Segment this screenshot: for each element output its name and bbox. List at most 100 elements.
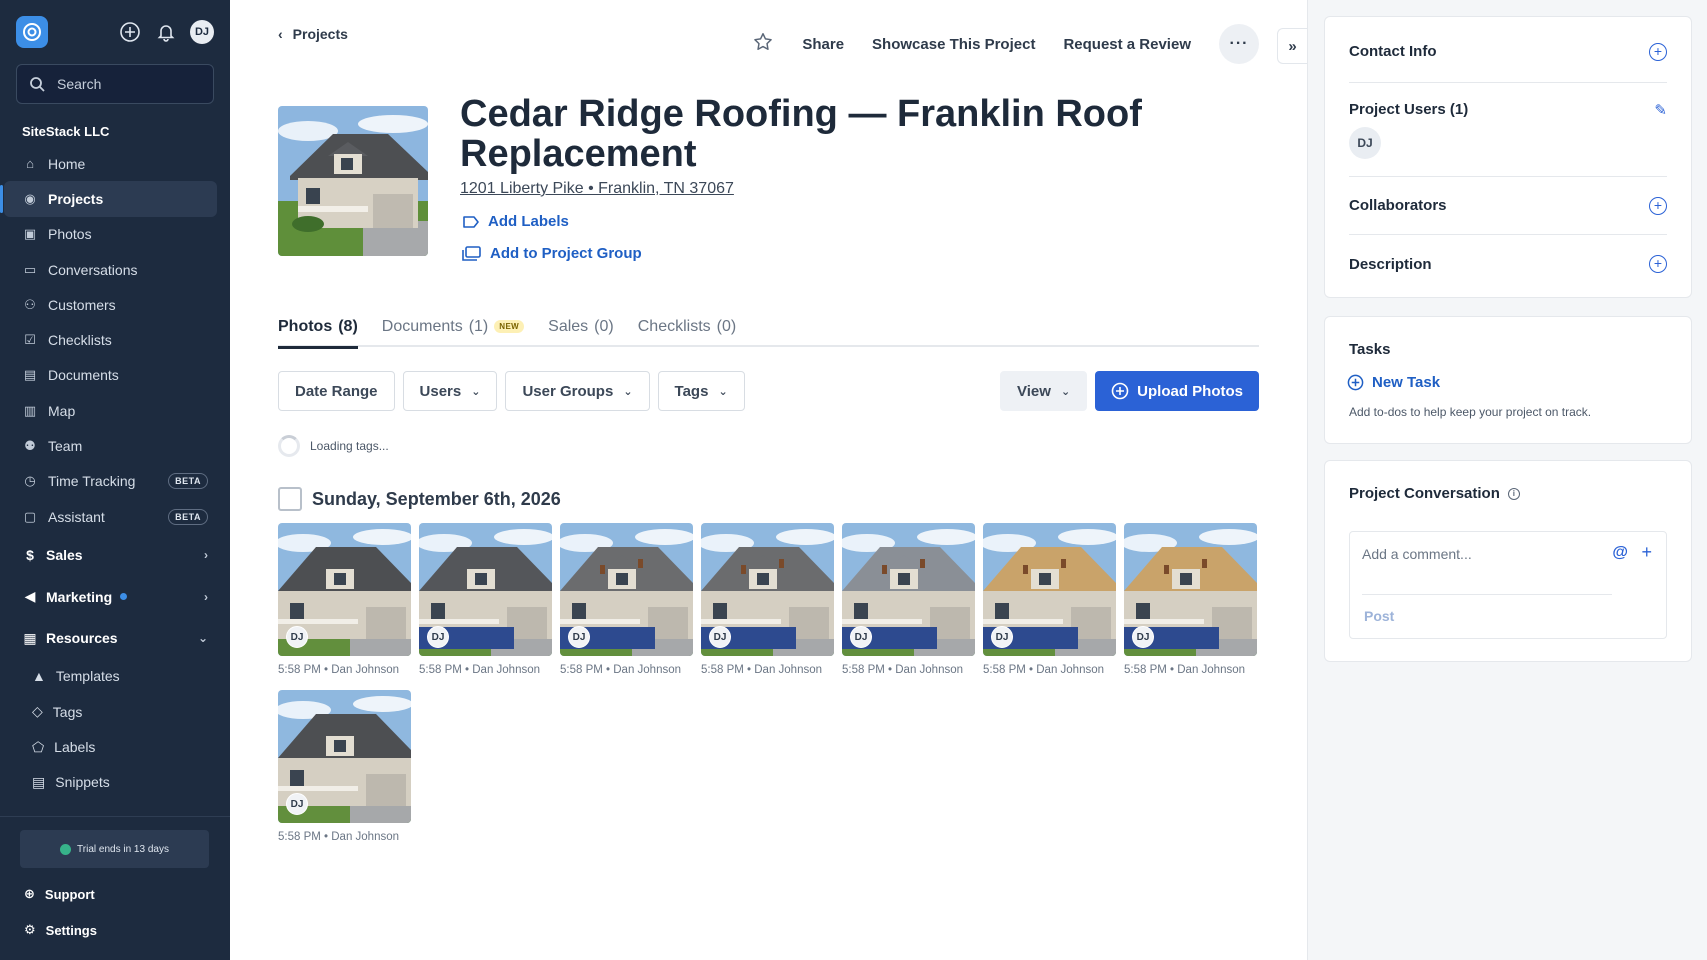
tab-label: Documents <box>381 317 463 335</box>
tag-icon: ◇ <box>32 703 43 720</box>
tab-checklists[interactable]: Checklists (0) <box>638 306 736 347</box>
sidebar-item-label: Photos <box>48 226 92 243</box>
description-row[interactable]: Description + <box>1349 235 1667 293</box>
info-icon[interactable]: i <box>1507 487 1520 500</box>
date-range-filter[interactable]: Date Range <box>278 371 395 411</box>
photo-card[interactable]: DJ 5:58 PM • Dan Johnson <box>1124 523 1257 676</box>
photo-card[interactable]: DJ 5:58 PM • Dan Johnson <box>278 523 411 676</box>
conversation-title: Project Conversation <box>1349 485 1500 502</box>
tags-filter[interactable]: Tags ⌄ <box>657 371 745 411</box>
share-button[interactable]: Share <box>802 36 844 53</box>
request-review-button[interactable]: Request a Review <box>1063 36 1191 53</box>
sidebar-item-documents[interactable]: ▤ Documents <box>0 358 230 393</box>
photo-card[interactable]: DJ 5:58 PM • Dan Johnson <box>983 523 1116 676</box>
support-link[interactable]: ⊕ Support <box>24 886 95 902</box>
photo-thumbnail[interactable]: DJ <box>560 523 693 656</box>
add-circle-icon[interactable]: + <box>1649 255 1667 273</box>
sidebar-item-team[interactable]: ⚉ Team <box>0 428 230 463</box>
select-all-checkbox[interactable] <box>278 487 302 511</box>
sidebar-item-time-tracking[interactable]: ◷ Time Tracking BETA <box>0 464 230 499</box>
pencil-icon[interactable]: ✎ <box>1654 101 1667 119</box>
tab-count: (0) <box>716 317 737 335</box>
header-actions: Share Showcase This Project Request a Re… <box>752 24 1259 64</box>
settings-link[interactable]: ⚙ Settings <box>24 922 97 938</box>
users-filter[interactable]: Users ⌄ <box>402 371 498 411</box>
sidebar-section-sales[interactable]: $ Sales › <box>0 534 230 576</box>
project-address-link[interactable]: 1201 Liberty Pike • Franklin, TN 37067 <box>460 180 734 198</box>
plus-icon[interactable]: + <box>1641 542 1652 563</box>
add-circle-icon[interactable] <box>118 20 142 44</box>
sidebar-item-label: Team <box>48 438 83 455</box>
star-icon[interactable] <box>752 31 774 57</box>
photo-thumbnail[interactable]: DJ <box>278 523 411 656</box>
photo-card[interactable]: DJ 5:58 PM • Dan Johnson <box>842 523 975 676</box>
search-input[interactable]: Search <box>16 64 214 104</box>
photo-card[interactable]: DJ 5:58 PM • Dan Johnson <box>419 523 552 676</box>
app-logo[interactable] <box>16 16 48 48</box>
add-to-group-button[interactable]: Add to Project Group <box>462 245 642 262</box>
beta-badge: BETA <box>168 473 208 490</box>
add-circle-icon[interactable]: + <box>1649 196 1667 215</box>
project-info-card: Contact Info + Project Users (1) ✎ DJ Col… <box>1324 16 1692 298</box>
back-link[interactable]: ‹ Projects <box>278 26 348 42</box>
tab-photos[interactable]: Photos (8) <box>278 306 358 349</box>
sidebar-item-snippets[interactable]: ▤ Snippets <box>0 765 230 800</box>
project-users-title: Project Users (1) <box>1349 101 1469 118</box>
sidebar-item-map[interactable]: ▥ Map <box>0 393 230 428</box>
tab-sales[interactable]: Sales (0) <box>548 306 614 347</box>
photo-thumbnail[interactable]: DJ <box>842 523 975 656</box>
photo-thumbnail[interactable]: DJ <box>701 523 834 656</box>
sidebar-item-label: Conversations <box>48 261 138 278</box>
template-icon: ▲ <box>32 668 46 685</box>
project-cover-image[interactable] <box>278 106 428 256</box>
more-options-button[interactable]: ··· <box>1219 24 1259 64</box>
add-circle-icon[interactable]: + <box>1649 42 1667 61</box>
bell-icon[interactable] <box>154 20 178 44</box>
avatar: DJ <box>427 626 449 648</box>
tab-documents[interactable]: Documents (1) NEW <box>381 306 525 347</box>
sidebar-section-marketing[interactable]: ◀ Marketing › <box>0 576 230 618</box>
sidebar-item-customers[interactable]: ⚇ Customers <box>0 287 230 322</box>
notification-dot <box>120 593 128 601</box>
view-dropdown[interactable]: View ⌄ <box>1000 371 1088 411</box>
photo-card[interactable]: DJ 5:58 PM • Dan Johnson <box>278 690 411 843</box>
photo-thumbnail[interactable]: DJ <box>983 523 1116 656</box>
collapse-panel-button[interactable]: » <box>1277 28 1307 64</box>
upload-photos-button[interactable]: Upload Photos <box>1095 371 1259 411</box>
photo-caption: 5:58 PM • Dan Johnson <box>842 664 964 676</box>
section-label: Sales <box>46 547 83 564</box>
contact-info-row[interactable]: Contact Info + <box>1349 17 1667 83</box>
sidebar-section-resources[interactable]: ▦ Resources ⌄ <box>0 617 230 659</box>
post-button[interactable]: Post <box>1364 608 1394 624</box>
mention-icon[interactable]: @ <box>1612 544 1628 562</box>
photo-filters: Date Range Users ⌄ User Groups ⌄ Tags ⌄ Vie… <box>278 371 1259 411</box>
sidebar-item-photos[interactable]: ▣ Photos <box>0 217 230 252</box>
project-tabs: Photos (8) Documents (1) NEW Sales (0) Check… <box>278 306 1259 349</box>
collaborators-row[interactable]: Collaborators + <box>1349 177 1667 235</box>
photo-thumbnail[interactable]: DJ <box>278 690 411 823</box>
new-badge: NEW <box>494 320 525 333</box>
showcase-button[interactable]: Showcase This Project <box>872 36 1035 53</box>
avatar[interactable]: DJ <box>1349 126 1381 159</box>
photo-card[interactable]: DJ 5:58 PM • Dan Johnson <box>560 523 693 676</box>
sidebar-item-templates[interactable]: ▲ Templates <box>0 659 230 694</box>
sidebar-item-checklists[interactable]: ☑ Checklists <box>0 322 230 357</box>
sidebar-item-tags[interactable]: ◇ Tags <box>0 694 230 729</box>
new-task-button[interactable]: New Task <box>1347 374 1440 391</box>
sidebar-item-labels[interactable]: ⬠ Labels <box>0 729 230 764</box>
user-avatar[interactable]: DJ <box>190 20 214 44</box>
sidebar-item-projects[interactable]: ◉ Projects <box>0 181 217 217</box>
sidebar-item-conversations[interactable]: ▭ Conversations <box>0 252 230 287</box>
photo-caption: 5:58 PM • Dan Johnson <box>278 831 400 843</box>
photo-thumbnail[interactable]: DJ <box>419 523 552 656</box>
sidebar-item-label: Time Tracking <box>48 473 136 490</box>
user-groups-filter[interactable]: User Groups ⌄ <box>505 371 650 411</box>
add-labels-button[interactable]: Add Labels <box>462 213 569 230</box>
section-label: Resources <box>46 630 118 647</box>
trial-banner[interactable]: Trial ends in 13 days <box>20 830 209 868</box>
photo-card[interactable]: DJ 5:58 PM • Dan Johnson <box>701 523 834 676</box>
comment-input[interactable]: Add a comment... <box>1362 546 1472 562</box>
photo-thumbnail[interactable]: DJ <box>1124 523 1257 656</box>
sidebar-item-assistant[interactable]: ▢ Assistant BETA <box>0 499 230 534</box>
sidebar-item-home[interactable]: ⌂ Home <box>0 146 230 181</box>
